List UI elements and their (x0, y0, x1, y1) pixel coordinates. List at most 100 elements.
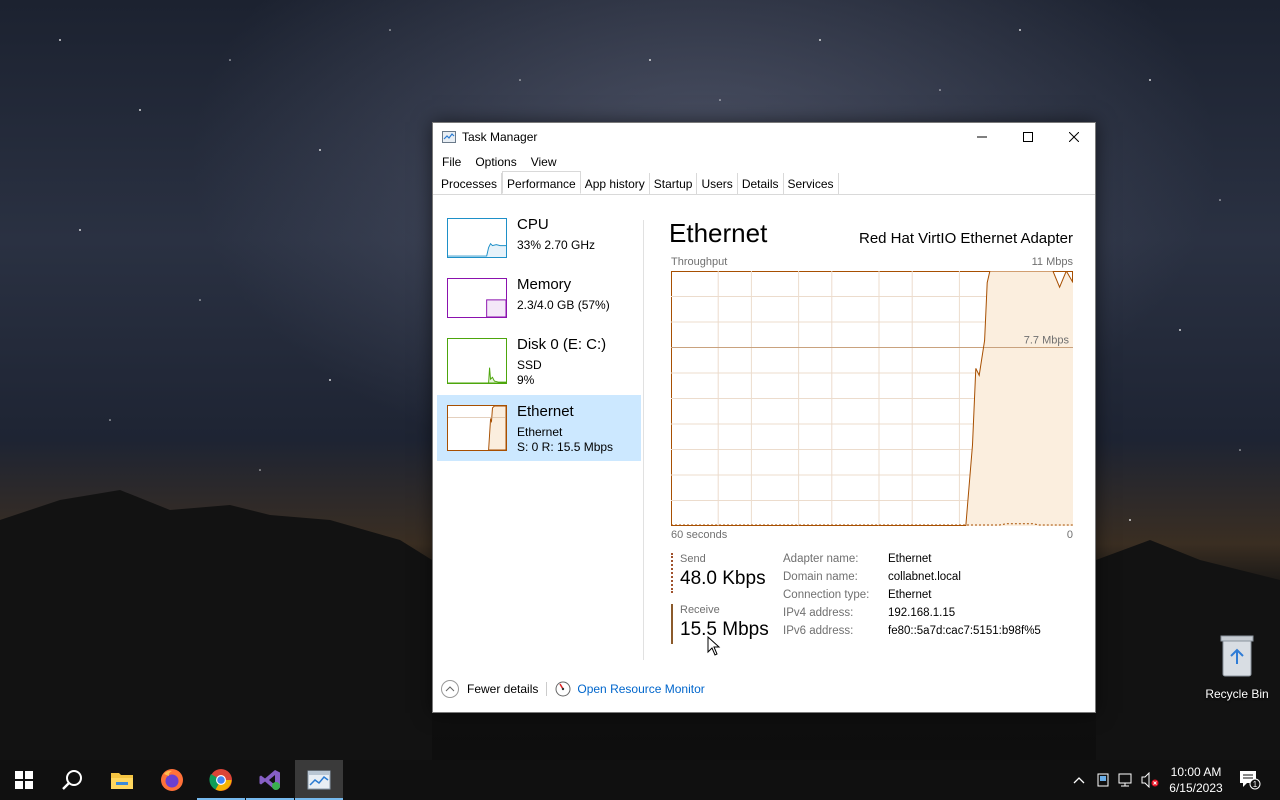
send-label: Send (680, 553, 706, 565)
footer-divider (546, 682, 548, 696)
time-axis-right: 0 (1066, 529, 1073, 541)
visual-studio-button[interactable] (246, 760, 294, 800)
recycle-bin-label: Recycle Bin (1205, 687, 1269, 701)
tab-processes[interactable]: Processes (437, 173, 503, 195)
minimize-button[interactable] (959, 123, 1005, 151)
throughput-label: Throughput (671, 256, 728, 268)
resource-monitor-label: Open Resource Monitor (577, 682, 705, 696)
perf-item-detail: SSD (517, 358, 542, 372)
maximize-icon (1023, 132, 1033, 142)
perf-item-detail: Ethernet (517, 425, 563, 439)
task-manager-taskbar-button[interactable] (295, 760, 343, 800)
fewer-details-label: Fewer details (467, 682, 539, 696)
maximize-button[interactable] (1005, 123, 1051, 151)
chevron-up-icon (441, 680, 459, 698)
search-button[interactable] (48, 760, 96, 800)
tab-details[interactable]: Details (738, 173, 784, 195)
prop-value: 192.168.1.15 (888, 607, 956, 619)
volume-button[interactable] (1139, 760, 1161, 800)
tab-startup[interactable]: Startup (650, 173, 698, 195)
resource-monitor-icon (555, 681, 571, 697)
perf-item-detail: 9% (517, 373, 535, 387)
receive-label: Receive (680, 604, 720, 616)
menu-file[interactable]: File (435, 151, 468, 173)
perf-item-disk[interactable]: Disk 0 (E: C:) SSD 9% (437, 328, 641, 398)
perf-item-name: CPU (517, 216, 549, 233)
clock-time: 10:00 AM (1170, 765, 1222, 779)
throughput-graph: 7.7 Mbps (671, 271, 1073, 526)
send-value: 48.0 Kbps (680, 568, 766, 589)
prop-value: fe80::5a7d:cac7:5151:b98f%5 (888, 625, 1041, 637)
task-manager-icon (307, 770, 331, 790)
notification-icon: 1 (1240, 771, 1261, 790)
tray-device-button[interactable] (1092, 760, 1114, 800)
prop-value: collabnet.local (888, 571, 961, 583)
tab-services[interactable]: Services (784, 173, 839, 195)
firefox-button[interactable] (148, 760, 196, 800)
fewer-details-button[interactable]: Fewer details (441, 680, 538, 698)
action-center-button[interactable]: 1 (1232, 760, 1268, 800)
cpu-thumbnail (447, 218, 507, 258)
disk-thumbnail (447, 338, 507, 384)
tab-app-history[interactable]: App history (581, 173, 650, 195)
footer-bar: Fewer details Open Resource Monitor (433, 678, 1095, 700)
minimize-icon (977, 136, 987, 138)
search-icon (62, 770, 82, 790)
perf-item-cpu[interactable]: CPU 33% 2.70 GHz (437, 208, 641, 274)
chevron-up-icon (1073, 777, 1085, 784)
adapter-properties: Adapter name: Ethernet Domain name: collab… (783, 553, 1041, 643)
network-status-button[interactable] (1115, 760, 1137, 800)
recycle-bin-icon (1220, 635, 1254, 677)
notification-count: 1 (1253, 780, 1258, 789)
ethernet-thumbnail (447, 405, 507, 451)
throughput-max: 11 Mbps (1031, 256, 1073, 268)
panel-divider (643, 220, 644, 660)
taskbar-clock[interactable]: 10:00 AM 6/15/2023 (1162, 764, 1230, 796)
tab-strip: Processes Performance App history Startu… (433, 171, 1095, 195)
volume-muted-icon (1141, 772, 1159, 788)
perf-item-memory[interactable]: Memory 2.3/4.0 GB (57%) (437, 268, 641, 334)
send-stat: Send 48.0 Kbps (671, 553, 766, 593)
perf-item-detail: S: 0 R: 15.5 Mbps (517, 440, 614, 454)
open-resource-monitor-link[interactable]: Open Resource Monitor (555, 681, 705, 697)
menu-options[interactable]: Options (468, 151, 523, 173)
chrome-icon (209, 769, 232, 791)
prop-key: Adapter name: (783, 553, 859, 565)
prop-row: IPv6 address: fe80::5a7d:cac7:5151:b98f%5 (783, 625, 1041, 643)
perf-item-detail: 33% 2.70 GHz (517, 238, 596, 252)
perf-item-ethernet[interactable]: Ethernet Ethernet S: 0 R: 15.5 Mbps (437, 395, 641, 461)
prop-row: IPv4 address: 192.168.1.15 (783, 607, 1041, 625)
perf-item-name: Memory (517, 276, 572, 293)
scale-label: 7.7 Mbps (1024, 335, 1070, 347)
task-manager-icon (442, 131, 456, 143)
tab-users[interactable]: Users (697, 173, 738, 195)
menu-view[interactable]: View (524, 151, 564, 173)
show-hidden-icons-button[interactable] (1068, 760, 1090, 800)
network-icon (1118, 773, 1132, 787)
folder-icon (111, 773, 133, 789)
start-button[interactable] (0, 760, 48, 800)
chrome-button[interactable] (197, 760, 245, 800)
windows-logo-icon (15, 771, 33, 789)
device-icon (1097, 773, 1109, 787)
close-icon (1069, 132, 1079, 142)
title-bar[interactable]: Task Manager (433, 123, 1095, 151)
menu-bar: File Options View (433, 151, 1095, 173)
prop-key: IPv6 address: (783, 625, 854, 637)
tab-performance[interactable]: Performance (502, 171, 581, 194)
memory-thumbnail (447, 278, 507, 318)
receive-value: 15.5 Mbps (680, 619, 769, 640)
detail-heading: Ethernet (669, 218, 768, 248)
firefox-icon (161, 769, 183, 791)
prop-key: Connection type: (783, 589, 870, 601)
window-title: Task Manager (462, 130, 538, 144)
perf-item-name: Ethernet (517, 403, 574, 420)
adapter-name: Red Hat VirtIO Ethernet Adapter (858, 230, 1073, 247)
file-explorer-button[interactable] (98, 760, 146, 800)
taskbar: 10:00 AM 6/15/2023 1 (0, 760, 1280, 800)
close-button[interactable] (1051, 123, 1097, 151)
time-axis-left: 60 seconds (671, 529, 728, 541)
perf-item-detail: 2.3/4.0 GB (57%) (517, 298, 610, 312)
prop-value: Ethernet (888, 553, 932, 565)
recycle-bin-shortcut[interactable]: Recycle Bin (1202, 632, 1272, 701)
